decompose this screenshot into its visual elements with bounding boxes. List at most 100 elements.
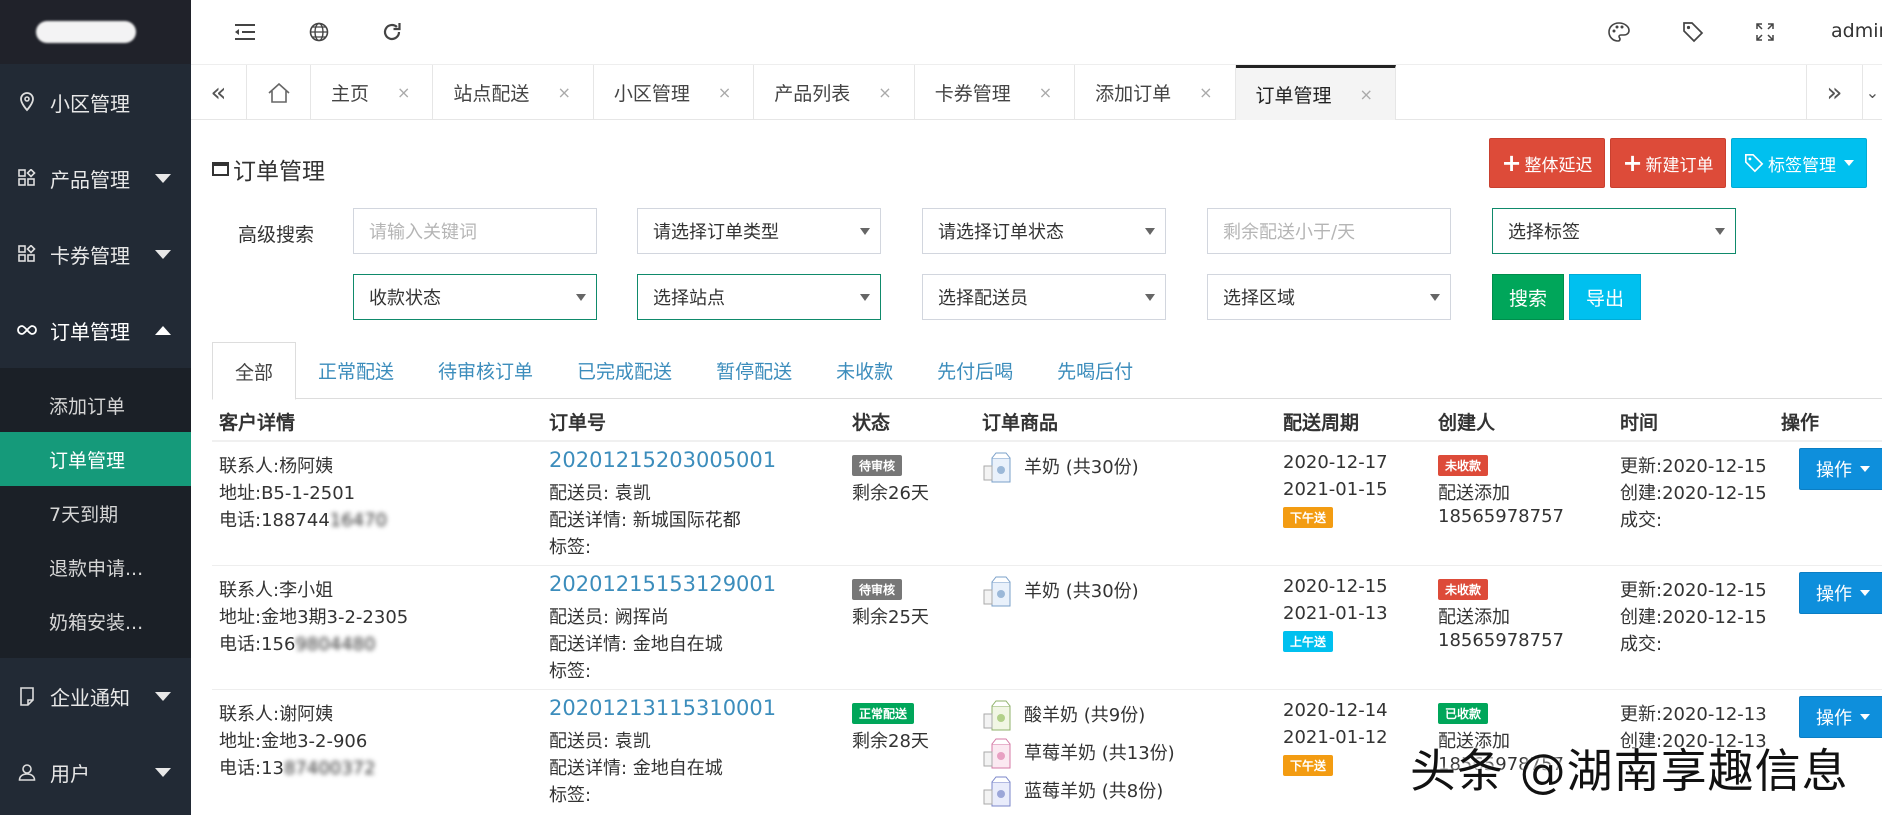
status-tab-unpaid[interactable]: 未收款 — [814, 342, 915, 399]
redacted-logo-text — [36, 21, 136, 43]
tab-home-icon[interactable] — [247, 65, 311, 120]
table-row: 联系人:杨阿姨 地址:B5-1-2501 电话:18874416470 2020… — [212, 442, 1882, 566]
close-icon[interactable]: × — [397, 83, 410, 102]
sidebar-item-community[interactable]: 小区管理 — [0, 64, 191, 140]
product-label: 蓝莓羊奶 (共8份) — [1024, 781, 1164, 802]
collapse-menu-icon[interactable] — [231, 18, 259, 46]
status-tab-paused[interactable]: 暂停配送 — [694, 342, 814, 399]
keyword-input[interactable]: 请输入关键词 — [353, 208, 597, 254]
remaining-days-input[interactable]: 剩余配送小于/天 — [1207, 208, 1451, 254]
status-tab-prepaid[interactable]: 先付后喝 — [915, 342, 1035, 399]
milk-carton-icon — [982, 700, 1018, 732]
row-actions-button[interactable]: 操作 — [1799, 448, 1882, 490]
chevron-down-icon — [155, 692, 171, 701]
status-badge: 待审核 — [852, 579, 903, 600]
status-tab-pending-review[interactable]: 待审核订单 — [416, 342, 555, 399]
sidebar-item-orders[interactable]: 订单管理 — [0, 292, 191, 368]
order-status-select[interactable]: 请选择订单状态 — [922, 208, 1166, 254]
product-item: 羊奶 (共30份) — [982, 576, 1139, 608]
order-number-link[interactable]: 20201215203005001 — [549, 448, 776, 472]
order-number-link[interactable]: 20201213115310001 — [549, 696, 776, 720]
status-tab-normal[interactable]: 正常配送 — [296, 342, 416, 399]
col-actions: 操作 — [1781, 412, 1820, 434]
product-item: 酸羊奶 (共9份) — [982, 700, 1145, 732]
payment-badge: 已收款 — [1438, 703, 1489, 724]
tags: 标签: — [549, 785, 592, 806]
caret-down-icon — [576, 294, 586, 301]
status-tab-all[interactable]: 全部 — [212, 342, 297, 400]
close-icon[interactable]: × — [1360, 85, 1373, 104]
close-icon[interactable]: × — [1199, 83, 1212, 102]
admin-username[interactable]: admin — [1831, 20, 1882, 42]
tag-management-label: 标签管理 — [1768, 155, 1836, 176]
grid-icon — [16, 167, 38, 189]
globe-icon[interactable] — [305, 18, 333, 46]
tab-label: 产品列表 — [774, 83, 851, 105]
submenu-item-7-day-expiry[interactable]: 7天到期 — [0, 486, 191, 540]
sidebar-item-label: 产品管理 — [50, 167, 130, 192]
status-tab-postpaid[interactable]: 先喝后付 — [1035, 342, 1155, 399]
status-tab-completed[interactable]: 已完成配送 — [555, 342, 694, 399]
courier-select[interactable]: 选择配送员 — [922, 274, 1166, 320]
tab-order-management[interactable]: 订单管理 × — [1235, 65, 1396, 120]
close-icon[interactable]: × — [557, 83, 570, 102]
palette-icon[interactable] — [1605, 18, 1633, 46]
tabs-scroll-left-button[interactable]: « — [191, 65, 247, 120]
submenu-item-milk-box-install[interactable]: 奶箱安装... — [0, 594, 191, 648]
delay-all-button[interactable]: + 整体延迟 — [1489, 138, 1605, 188]
top-bar: admin — [191, 0, 1882, 64]
col-status: 状态 — [852, 412, 891, 434]
sidebar-item-products[interactable]: 产品管理 — [0, 140, 191, 216]
tag-icon[interactable] — [1679, 18, 1707, 46]
row-actions-button[interactable]: 操作 — [1799, 572, 1882, 614]
row-actions-button[interactable]: 操作 — [1799, 696, 1882, 738]
tab-add-order[interactable]: 添加订单 × — [1075, 65, 1236, 120]
delivery-start: 2020-12-15 — [1283, 576, 1388, 597]
creator: 配送添加 — [1438, 607, 1510, 628]
sidebar-item-cards[interactable]: 卡券管理 — [0, 216, 191, 292]
created-time: 创建:2020-12-15 — [1620, 483, 1767, 504]
tabs-scroll-right-button[interactable]: » — [1806, 65, 1862, 120]
tag-icon — [1744, 153, 1764, 173]
tab-community[interactable]: 小区管理 × — [594, 65, 755, 120]
created-time: 创建:2020-12-15 — [1620, 607, 1767, 628]
delivery-start: 2020-12-14 — [1283, 700, 1388, 721]
tab-product-list[interactable]: 产品列表 × — [754, 65, 915, 120]
payment-status-select[interactable]: 收款状态 — [353, 274, 597, 320]
new-order-button[interactable]: + 新建订单 — [1610, 138, 1726, 188]
tabs-menu-chevron-icon[interactable]: ⌄ — [1862, 65, 1882, 120]
col-creator: 创建人 — [1438, 412, 1496, 434]
phone-redacted: 87400372 — [283, 758, 376, 779]
row-actions-label: 操作 — [1816, 584, 1852, 605]
deal-time: 成交: — [1620, 634, 1663, 655]
submenu-item-refund-requests[interactable]: 退款申请... — [0, 540, 191, 594]
payment-badge: 未收款 — [1438, 455, 1489, 476]
export-button[interactable]: 导出 — [1569, 274, 1641, 320]
fullscreen-icon[interactable] — [1751, 18, 1779, 46]
refresh-icon[interactable] — [378, 18, 406, 46]
tab-cards[interactable]: 卡券管理 × — [915, 65, 1076, 120]
milk-carton-icon — [982, 738, 1018, 770]
tab-station-delivery[interactable]: 站点配送 × — [433, 65, 594, 120]
order-number-link[interactable]: 20201215153129001 — [549, 572, 776, 596]
station-select[interactable]: 选择站点 — [637, 274, 881, 320]
app-logo[interactable] — [0, 0, 191, 64]
updated-time: 更新:2020-12-15 — [1620, 456, 1767, 477]
tab-main[interactable]: 主页 × — [311, 65, 434, 120]
order-type-select[interactable]: 请选择订单类型 — [637, 208, 881, 254]
tab-label: 卡券管理 — [934, 83, 1011, 105]
contact: 联系人:李小姐 — [219, 580, 334, 601]
contact: 联系人:谢阿姨 — [219, 704, 334, 725]
search-button[interactable]: 搜索 — [1492, 274, 1564, 320]
sidebar-item-notices[interactable]: 企业通知 — [0, 658, 191, 734]
close-icon[interactable]: × — [1039, 83, 1052, 102]
tag-management-button[interactable]: 标签管理 — [1731, 138, 1867, 188]
close-icon[interactable]: × — [718, 83, 731, 102]
submenu-item-order-management[interactable]: 订单管理 — [0, 432, 191, 486]
area-select[interactable]: 选择区域 — [1207, 274, 1451, 320]
sidebar-item-users[interactable]: 用户 — [0, 734, 191, 810]
sidebar-item-label: 卡券管理 — [50, 243, 130, 268]
tag-select[interactable]: 选择标签 — [1492, 208, 1736, 254]
submenu-item-add-order[interactable]: 添加订单 — [0, 378, 191, 432]
close-icon[interactable]: × — [878, 83, 891, 102]
